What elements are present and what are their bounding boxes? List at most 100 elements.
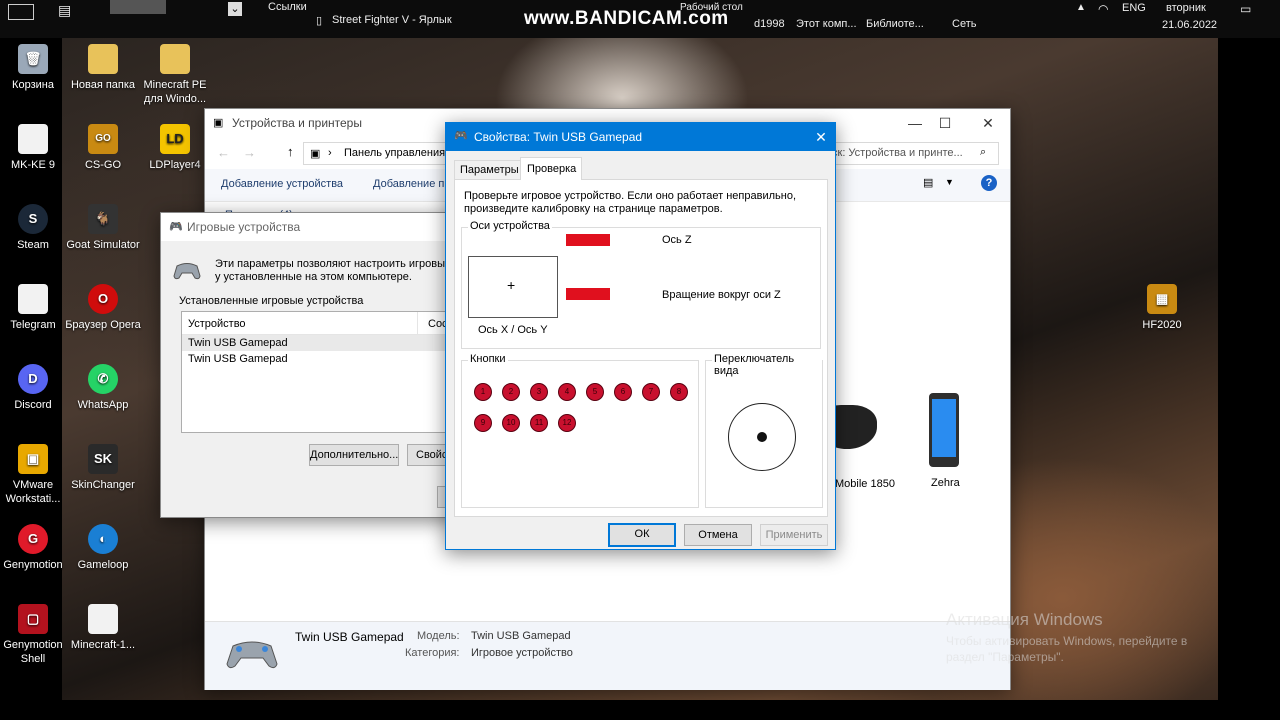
ok-button[interactable]: ОК bbox=[608, 523, 676, 547]
column-device[interactable]: Устройство bbox=[188, 318, 246, 330]
axes-group-label: Оси устройства bbox=[468, 220, 552, 232]
tray-chevron-icon[interactable]: ▲ bbox=[1076, 2, 1086, 13]
desktop-icon-discord[interactable]: D Discord bbox=[0, 364, 71, 412]
gamepad-small-icon: 🎮 bbox=[169, 221, 183, 233]
gamepad-button-indicator: 1 bbox=[474, 383, 492, 401]
goat-icon: 🐐 bbox=[88, 204, 118, 234]
tiles-icon[interactable]: ▤ bbox=[58, 2, 71, 19]
add-device-button[interactable]: Добавление устройства bbox=[221, 178, 343, 190]
tab-test[interactable]: Проверка bbox=[520, 157, 582, 180]
close-button[interactable]: ✕ bbox=[806, 127, 836, 147]
tab-parameters[interactable]: Параметры bbox=[454, 160, 522, 179]
desktop-icon-recycle-bin[interactable]: 🗑 Корзина bbox=[0, 44, 71, 92]
genymotion-shell-icon: ▢ bbox=[18, 604, 48, 634]
date-label[interactable]: 21.06.2022 bbox=[1162, 19, 1217, 31]
desktop-icon-genymotion[interactable]: G Genymotion bbox=[0, 524, 71, 572]
game-controllers-description: Эти параметры позволяют настроить игровы… bbox=[215, 258, 452, 283]
desktop-icon-gameloop[interactable]: ◐ Gameloop bbox=[65, 524, 141, 572]
properties-titlebar[interactable]: 🎮 Свойства: Twin USB Gamepad ✕ bbox=[446, 123, 835, 151]
desktop-icon-ldplayer[interactable]: LD LDPlayer4 bbox=[137, 124, 213, 172]
activation-line1: Чтобы активировать Windows, перейдите в bbox=[946, 634, 1188, 648]
pov-indicator bbox=[757, 432, 767, 442]
breadcrumb-separator-icon: › bbox=[328, 147, 332, 159]
folder-icon bbox=[160, 44, 190, 74]
address-text: Панель управления bbox=[344, 147, 446, 159]
desktop-icon-minecraft-pe[interactable]: Minecraft PE для Windo... bbox=[137, 44, 213, 106]
links-label[interactable]: Ссылки bbox=[268, 1, 307, 13]
phone-icon[interactable] bbox=[929, 393, 959, 467]
table-row[interactable]: Twin USB Gamepad bbox=[182, 335, 462, 351]
device-zehra-label[interactable]: Zehra bbox=[931, 477, 960, 489]
recycle-bin-icon: 🗑 bbox=[18, 44, 48, 74]
window-icon[interactable] bbox=[8, 4, 34, 20]
cancel-button[interactable]: Отмена bbox=[684, 524, 752, 546]
gamepad-button-indicator: 3 bbox=[530, 383, 548, 401]
view-dropdown-icon[interactable]: ▼ bbox=[945, 177, 954, 187]
device-mobile-label[interactable]: Mobile 1850 bbox=[835, 477, 895, 491]
desktop-icon-vmware[interactable]: ▣ VMware Workstati... bbox=[0, 444, 71, 506]
desktop-icon-new-folder[interactable]: Новая папка bbox=[65, 44, 141, 92]
desktop-icon-minecraft-file[interactable]: Minecraft-1... bbox=[65, 604, 141, 652]
apply-button[interactable]: Применить bbox=[760, 524, 828, 546]
up-icon[interactable]: ↑ bbox=[287, 144, 294, 159]
game-controllers-window: 🎮 Игровые устройства Эти параметры позво… bbox=[160, 212, 467, 518]
minecraft-block-icon: ▦ bbox=[1147, 284, 1177, 314]
forward-icon[interactable]: → bbox=[243, 145, 256, 160]
advanced-button[interactable]: Дополнительно... bbox=[309, 444, 399, 466]
details-model-label: Модель: bbox=[417, 630, 460, 642]
thumbnail bbox=[110, 0, 166, 14]
desktop-icon-mk-ke9[interactable]: MK-KE 9 bbox=[0, 124, 71, 172]
view-icon[interactable]: ▤ bbox=[923, 176, 933, 189]
this-pc-label[interactable]: Этот комп... bbox=[796, 18, 857, 30]
control-panel-icon: ▣ bbox=[310, 148, 321, 160]
vmware-icon: ▣ bbox=[18, 444, 48, 474]
gamepad-small-icon: 🎮 bbox=[454, 130, 468, 142]
devices-window-title: Устройства и принтеры bbox=[232, 116, 362, 130]
close-button[interactable]: ✕ bbox=[973, 113, 1003, 133]
axis-xy-label: Ось X / Ось Y bbox=[478, 324, 548, 336]
whatsapp-icon: ✆ bbox=[88, 364, 118, 394]
shortcut-link[interactable]: Street Fighter V - Ярлык bbox=[332, 14, 452, 26]
activation-title: Активация Windows bbox=[946, 610, 1103, 629]
search-input[interactable]: ск: Устройства и принте... bbox=[832, 147, 963, 159]
devices-list[interactable]: Устройство Сос Twin USB Gamepad Twin USB… bbox=[181, 311, 463, 433]
gameloop-icon: ◐ bbox=[88, 524, 118, 554]
help-icon[interactable]: ? bbox=[981, 175, 997, 191]
file-icon bbox=[18, 284, 48, 314]
language-indicator[interactable]: ENG bbox=[1122, 2, 1146, 14]
gamepad-button-indicator: 2 bbox=[502, 383, 520, 401]
desktop-icon-skinchanger[interactable]: SK SkinChanger bbox=[65, 444, 141, 492]
back-icon[interactable]: ← bbox=[217, 145, 230, 160]
notification-icon[interactable]: ▭ bbox=[1240, 2, 1251, 16]
user-label[interactable]: d1998 bbox=[754, 18, 785, 30]
desktop-icon-csgo[interactable]: GO CS-GO bbox=[65, 124, 141, 172]
desktop-icon-hf2020[interactable]: ▦ HF2020 bbox=[1124, 284, 1200, 332]
wifi-icon[interactable]: ◠ bbox=[1098, 2, 1108, 16]
maximize-button[interactable]: ☐ bbox=[930, 113, 960, 133]
chevron-down-icon[interactable]: ⌄ bbox=[228, 2, 242, 16]
axis-bar-fill bbox=[566, 234, 610, 246]
test-instructions: Проверьте игровое устройство. Если оно р… bbox=[464, 190, 797, 215]
network-label[interactable]: Сеть bbox=[952, 18, 976, 30]
desktop-icon-goat-simulator[interactable]: 🐐 Goat Simulator bbox=[65, 204, 141, 252]
gamepad-button-indicator: 7 bbox=[642, 383, 660, 401]
desktop-label[interactable]: Рабочий стол bbox=[680, 2, 743, 13]
pov-circle bbox=[728, 403, 796, 471]
gamepad-button-indicator: 9 bbox=[474, 414, 492, 432]
desktop-icon-telegram[interactable]: Telegram bbox=[0, 284, 71, 332]
axis-z-label: Ось Z bbox=[662, 234, 692, 246]
minimize-button[interactable]: — bbox=[900, 113, 930, 133]
column-divider[interactable] bbox=[417, 312, 418, 334]
libraries-label[interactable]: Библиоте... bbox=[866, 18, 924, 30]
desktop-icon-opera[interactable]: O Браузер Opera bbox=[65, 284, 141, 332]
day-label[interactable]: вторник bbox=[1166, 2, 1206, 14]
add-printer-button[interactable]: Добавление п bbox=[373, 178, 444, 190]
table-row[interactable]: Twin USB Gamepad bbox=[182, 351, 462, 367]
search-box[interactable]: ск: Устройства и принте... ⌕ bbox=[827, 142, 999, 165]
list-header: Устройство Сос bbox=[182, 312, 462, 335]
game-controllers-titlebar[interactable]: 🎮 Игровые устройства bbox=[161, 213, 461, 241]
desktop-icon-genymotion-shell[interactable]: ▢ Genymotion Shell bbox=[0, 604, 71, 666]
desktop-icon-whatsapp[interactable]: ✆ WhatsApp bbox=[65, 364, 141, 412]
gamepad-icon bbox=[225, 636, 279, 672]
desktop-icon-steam[interactable]: S Steam bbox=[0, 204, 71, 252]
